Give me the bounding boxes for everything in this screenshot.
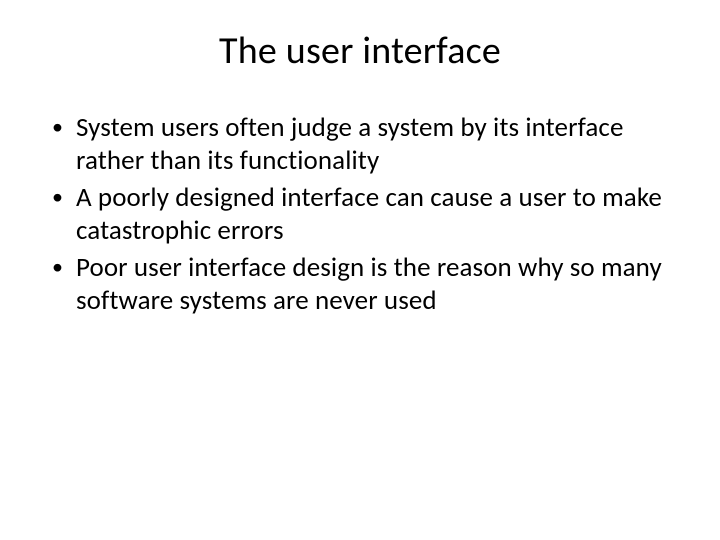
slide-title: The user interface [36,28,684,74]
list-item: Poor user interface design is the reason… [48,252,684,318]
bullet-list: System users often judge a system by its… [36,112,684,318]
slide: The user interface System users often ju… [0,0,720,540]
list-item: A poorly designed interface can cause a … [48,182,684,248]
list-item: System users often judge a system by its… [48,112,684,178]
